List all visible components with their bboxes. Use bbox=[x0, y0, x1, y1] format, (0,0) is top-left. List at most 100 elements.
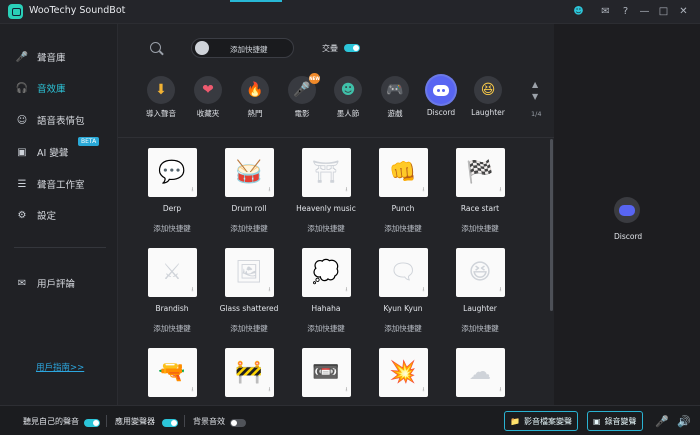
category-movies[interactable]: 🎤 NEW 電影 bbox=[278, 73, 326, 119]
category-favorites[interactable]: ❤ 收藏夾 bbox=[184, 76, 232, 119]
swords-icon[interactable]: ⚔ ⭳ bbox=[147, 248, 197, 297]
category-hot[interactable]: 🔥 熱門 bbox=[231, 76, 279, 119]
chevron-up-icon[interactable]: ▲ bbox=[532, 80, 538, 89]
add-hotkey-link[interactable]: 添加快捷鍵 bbox=[290, 223, 362, 234]
sound-name: Kyun Kyun bbox=[383, 304, 423, 313]
explosion-icon[interactable]: 💥 ⭳ bbox=[378, 348, 428, 397]
sound-card[interactable]: 🗨 ⭳ Kyun Kyun 添加快捷鍵 bbox=[367, 248, 439, 334]
video-file-change-button[interactable]: 📁 影音檔案變聲 bbox=[504, 411, 578, 431]
sound-card[interactable]: 🔫 ⭳ bbox=[136, 348, 208, 407]
help-icon[interactable]: ? bbox=[619, 5, 632, 18]
maximize-icon[interactable]: □ bbox=[657, 5, 670, 18]
sidebar-item-label: 語音表情包 bbox=[37, 116, 85, 127]
record-change-label: 錄音變聲 bbox=[604, 416, 637, 426]
sidebar-item-voice-library[interactable]: 🎤 聲音庫 bbox=[16, 48, 66, 66]
apply-changer-toggle[interactable] bbox=[162, 419, 178, 427]
category-laughter[interactable]: 😆 Laughter bbox=[464, 76, 512, 117]
derp-icon[interactable]: 💬 ⭳ bbox=[147, 148, 197, 197]
laughing-face-icon[interactable]: 😆 ⭳ bbox=[455, 248, 505, 297]
sound-card[interactable]: 💬 ⭳ Derp 添加快捷鍵 bbox=[136, 148, 208, 234]
download-icon[interactable]: ⭳ bbox=[268, 285, 270, 295]
download-icon[interactable]: ⭳ bbox=[268, 385, 270, 395]
ready-banner-icon[interactable]: 🚧 ⭳ bbox=[224, 348, 274, 397]
sidebar-item-sound-effects[interactable]: 🎧 音效庫 bbox=[16, 79, 66, 97]
headphones-icon: 🎧 bbox=[15, 82, 29, 94]
user-icon[interactable]: ☻ bbox=[572, 5, 585, 18]
hear-self-toggle[interactable] bbox=[84, 419, 100, 427]
sound-card[interactable]: 🚧 ⭳ bbox=[213, 348, 285, 407]
category-import[interactable]: ⬇ 導入聲音 bbox=[137, 76, 185, 119]
download-icon[interactable]: ⭳ bbox=[499, 285, 501, 295]
overlap-toggle[interactable] bbox=[344, 44, 360, 52]
sound-card[interactable]: 🖼 ⭳ Glass shattered 添加快捷鍵 bbox=[213, 248, 285, 334]
sound-card[interactable]: ⚔ ⭳ Brandish 添加快捷鍵 bbox=[136, 248, 208, 334]
sidebar-item-voice-memes[interactable]: ☺ 語音表情包 bbox=[16, 111, 85, 129]
sound-card[interactable]: ⛩ ⭳ Heavenly music 添加快捷鍵 bbox=[290, 148, 362, 234]
download-icon[interactable]: ⭳ bbox=[268, 185, 270, 195]
broken-screen-icon[interactable]: 🖼 ⭳ bbox=[224, 248, 274, 297]
sidebar-item-label: 聲音庫 bbox=[37, 53, 66, 64]
haha-bubble-icon[interactable]: 💭 ⭳ bbox=[301, 248, 351, 297]
add-hotkey-link[interactable]: 添加快捷鍵 bbox=[213, 323, 285, 334]
discord-icon[interactable] bbox=[614, 197, 640, 223]
chevron-down-icon[interactable]: ▼ bbox=[532, 92, 538, 101]
category-discord[interactable]: Discord bbox=[417, 76, 465, 117]
sidebar-item-voice-studio[interactable]: ☰ 聲音工作室 bbox=[16, 175, 85, 193]
sound-card[interactable]: 🥁 ⭳ Drum roll 添加快捷鍵 bbox=[213, 148, 285, 234]
search-icon[interactable] bbox=[150, 42, 161, 53]
download-icon[interactable]: ⭳ bbox=[345, 185, 347, 195]
kyun-bubble-icon[interactable]: 🗨 ⭳ bbox=[378, 248, 428, 297]
download-icon[interactable]: ⭳ bbox=[191, 185, 193, 195]
user-guide-link[interactable]: 用戶指南>> bbox=[36, 361, 84, 373]
add-hotkey-link[interactable]: 添加快捷鍵 bbox=[367, 323, 439, 334]
download-icon[interactable]: ⭳ bbox=[345, 285, 347, 295]
sound-card[interactable]: 💥 ⭳ bbox=[367, 348, 439, 407]
close-icon[interactable]: ✕ bbox=[677, 5, 690, 18]
download-icon[interactable]: ⭳ bbox=[422, 285, 424, 295]
sound-card[interactable]: ☁ ⭳ bbox=[444, 348, 516, 407]
download-icon[interactable]: ⭳ bbox=[422, 385, 424, 395]
category-clown[interactable]: ☻ 墨人節 bbox=[324, 76, 372, 119]
sound-card[interactable]: 😆 ⭳ Laughter 添加快捷鍵 bbox=[444, 248, 516, 334]
sound-card[interactable]: 👊 ⭳ Punch 添加快捷鍵 bbox=[367, 148, 439, 234]
cassette-icon[interactable]: 📼 ⭳ bbox=[301, 348, 351, 397]
add-hotkey-link[interactable]: 添加快捷鍵 bbox=[290, 323, 362, 334]
hotkey-toggle-knob[interactable] bbox=[195, 41, 209, 55]
category-games[interactable]: 🎮 遊戲 bbox=[371, 76, 419, 119]
import-icon: ⬇ bbox=[147, 76, 175, 104]
checkered-flag-icon[interactable]: 🏁 ⭳ bbox=[455, 148, 505, 197]
add-hotkey-link[interactable]: 添加快捷鍵 bbox=[367, 223, 439, 234]
drum-icon[interactable]: 🥁 ⭳ bbox=[224, 148, 274, 197]
microphone-icon[interactable]: 🎤 bbox=[655, 415, 669, 428]
download-icon[interactable]: ⭳ bbox=[499, 185, 501, 195]
speaker-icon[interactable]: 🔊 bbox=[677, 415, 691, 428]
sound-card[interactable]: 📼 ⭳ bbox=[290, 348, 362, 407]
add-hotkey-link[interactable]: 添加快捷鍵 bbox=[136, 223, 208, 234]
heaven-gate-icon[interactable]: ⛩ ⭳ bbox=[301, 148, 351, 197]
download-icon[interactable]: ⭳ bbox=[345, 385, 347, 395]
download-icon[interactable]: ⭳ bbox=[191, 285, 193, 295]
add-hotkey-link[interactable]: 添加快捷鍵 bbox=[136, 323, 208, 334]
app-title: WooTechy SoundBot bbox=[29, 5, 126, 16]
mail-icon[interactable]: ✉ bbox=[599, 5, 612, 18]
sound-card[interactable]: 🏁 ⭳ Race start 添加快捷鍵 bbox=[444, 148, 516, 234]
add-hotkey-link[interactable]: 添加快捷鍵 bbox=[444, 223, 516, 234]
hear-self-label: 聽見自己的聲音 bbox=[23, 417, 79, 426]
sound-card[interactable]: 💭 ⭳ Hahaha 添加快捷鍵 bbox=[290, 248, 362, 334]
add-hotkey-link[interactable]: 添加快捷鍵 bbox=[213, 223, 285, 234]
bg-sound-toggle[interactable] bbox=[230, 419, 246, 427]
sidebar-item-ai-voice[interactable]: ▣ AI 變聲 BETA bbox=[16, 137, 100, 161]
grid-scrollbar[interactable] bbox=[550, 139, 553, 311]
add-hotkey-link[interactable]: 添加快捷鍵 bbox=[444, 323, 516, 334]
mushroom-cloud-icon[interactable]: ☁ ⭳ bbox=[455, 348, 505, 397]
download-icon[interactable]: ⭳ bbox=[422, 185, 424, 195]
record-change-button[interactable]: ▣ 錄音變聲 bbox=[587, 411, 643, 431]
sidebar-item-settings[interactable]: ⚙ 設定 bbox=[16, 206, 57, 224]
gun-icon[interactable]: 🔫 ⭳ bbox=[147, 348, 197, 397]
bottom-separator bbox=[106, 415, 107, 427]
download-icon[interactable]: ⭳ bbox=[191, 385, 193, 395]
sidebar-item-user-reviews[interactable]: ✉ 用戶評論 bbox=[16, 274, 75, 292]
download-icon[interactable]: ⭳ bbox=[499, 385, 501, 395]
punch-icon[interactable]: 👊 ⭳ bbox=[378, 148, 428, 197]
minimize-icon[interactable]: — bbox=[638, 5, 651, 18]
